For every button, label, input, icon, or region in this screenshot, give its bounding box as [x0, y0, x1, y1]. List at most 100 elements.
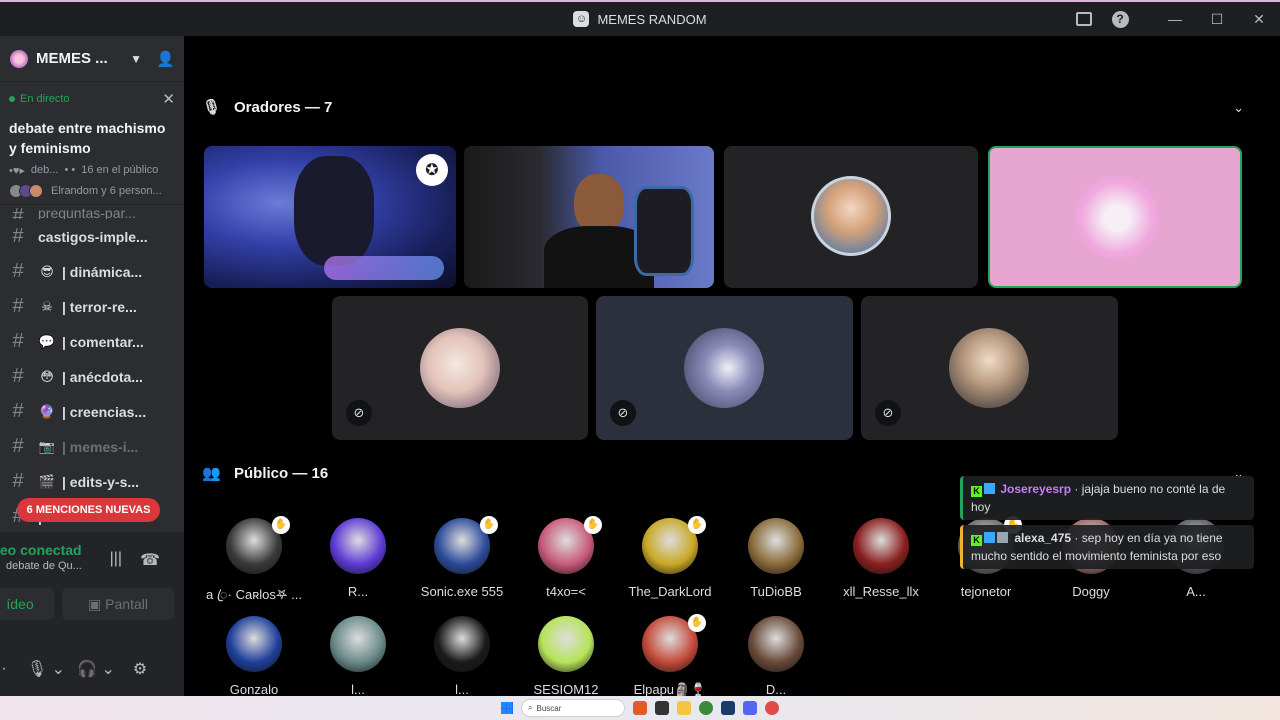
speaker-tile[interactable] — [464, 146, 714, 288]
speakers-header-label: Oradores — 7 — [234, 98, 333, 116]
audience-name: D... — [765, 682, 787, 697]
audience-member[interactable]: SESIOM12 — [514, 616, 618, 697]
noise-suppression-icon[interactable]: ||| — [110, 550, 122, 570]
stage-meta: •♥▸ deb... • • 16 en el público — [9, 164, 175, 177]
dot-icon: · — [1, 660, 7, 677]
raised-hand-icon: ✋ — [688, 516, 706, 534]
speaker-tile-speaking[interactable] — [988, 146, 1242, 288]
audience-member[interactable]: ✋ Sonic.exe 555 — [410, 516, 514, 599]
audience-member[interactable]: ✋ Elpapu🗿🍷 — [618, 614, 722, 698]
speaker-tile[interactable]: ⊘ — [861, 296, 1118, 440]
channel-emoji-icon: 🔮 — [38, 403, 56, 419]
minimize-button[interactable]: — — [1154, 2, 1196, 36]
gear-icon[interactable]: ⚙ — [128, 659, 152, 679]
hash-icon: # — [12, 435, 24, 457]
inbox-button[interactable] — [1066, 2, 1102, 36]
audience-member[interactable]: Gonzalo — [202, 616, 306, 697]
channel-item[interactable]: # 💬 | comentar... — [8, 324, 184, 359]
channel-item[interactable]: # ☠ | terror-re... — [8, 289, 184, 324]
channel-label: | memes-i... — [62, 438, 139, 455]
speaker-avatar — [420, 328, 500, 408]
audience-member[interactable]: ✋ t4xo=< — [514, 516, 618, 599]
audience-member[interactable]: l... — [410, 616, 514, 697]
hash-icon: # — [12, 400, 24, 422]
dot-separator: • • — [64, 164, 76, 176]
add-user-icon[interactable]: 👤 — [156, 50, 175, 68]
channel-item[interactable]: # castigos-imple... — [8, 219, 184, 254]
person-silhouette — [294, 156, 374, 266]
live-stage-card[interactable]: En directo ✕ debate entre machismo y fem… — [0, 82, 184, 205]
raised-hand-icon: ✋ — [272, 516, 290, 534]
channel-item[interactable]: # 😎 | dinámica... — [8, 254, 184, 289]
audience-name: xll_Resse_llx — [843, 584, 919, 599]
title-bar: ☺ MEMES RANDOM ? — ☐ ✕ — [0, 0, 1280, 36]
avatar: ✋ — [538, 516, 602, 574]
chat-separator: · — [1074, 531, 1082, 545]
audience-member[interactable]: l... — [306, 616, 410, 697]
person-face — [574, 174, 624, 234]
hash-icon: # — [12, 295, 24, 317]
channel-item[interactable]: # preguntas-par... — [8, 205, 184, 219]
people-icon: 👥 — [202, 465, 221, 482]
app-icon[interactable] — [765, 701, 779, 715]
avatar — [330, 616, 386, 672]
help-button[interactable]: ? — [1102, 2, 1138, 36]
new-mentions-badge[interactable]: 6 MENCIONES NUEVAS — [17, 498, 160, 522]
channel-item[interactable]: # 🎬 | edits-y-s... — [8, 464, 184, 499]
chrome-icon[interactable] — [699, 701, 713, 715]
channel-label: | comentar... — [62, 333, 144, 350]
speaker-avatar — [1075, 176, 1159, 260]
file-explorer-icon[interactable] — [677, 701, 691, 715]
microphone-icon[interactable]: 🎙 ⌄ — [26, 659, 66, 679]
speaker-tile[interactable] — [724, 146, 978, 288]
channel-item[interactable]: # 📷 | memes-i... — [8, 429, 184, 464]
speaker-tile[interactable]: ⊘ — [332, 296, 588, 440]
stage-view: 🎙 Oradores — 7 ⌄ ✪ ⊘ ⊘ ⊘ 👥 Público — 16 … — [184, 36, 1280, 698]
audience-member[interactable]: ✋ The_DarkLord — [618, 516, 722, 599]
chevron-down-icon[interactable]: ⌄ — [1233, 100, 1244, 116]
avatar: ✋ — [434, 516, 498, 574]
taskbar-search[interactable]: ⌕ Buscar — [521, 699, 625, 717]
chat-separator: · — [1074, 482, 1082, 496]
audience-member[interactable]: TuDioBB — [724, 518, 828, 599]
audience-member[interactable]: R... — [306, 518, 410, 599]
heart-icon: •♥▸ — [9, 165, 25, 177]
channel-label: | edits-y-s... — [62, 473, 140, 490]
raised-hand-icon: ✋ — [688, 614, 706, 632]
voice-channel[interactable]: debate de Qu... — [6, 560, 82, 572]
maximize-button[interactable]: ☐ — [1196, 2, 1238, 36]
voice-status[interactable]: leo conectad — [0, 542, 82, 558]
discord-logo-icon: ☺ — [573, 11, 590, 27]
chevron-down-icon[interactable]: ▼ — [130, 52, 142, 66]
close-icon[interactable]: ✕ — [162, 90, 175, 108]
audience-name: tejonetor — [960, 584, 1012, 599]
speaker-tile[interactable]: ⊘ — [596, 296, 853, 440]
widget-icon[interactable] — [633, 701, 647, 715]
audience-member[interactable]: ✋ a ꦿ· Caʀlos𖤐 ... — [202, 516, 306, 611]
avatar: ✋ — [642, 614, 706, 672]
channel-label: | dinámica... — [62, 263, 143, 280]
voice-panel: leo conectad debate de Qu... ||| ☎ ídeo … — [0, 532, 184, 696]
audience-member[interactable]: xll_Resse_llx — [829, 518, 933, 599]
window-title: ☺ MEMES RANDOM — [573, 11, 707, 27]
disconnect-icon[interactable]: ☎ — [140, 550, 160, 570]
server-header[interactable]: MEMES ... ▼ 👤 — [0, 36, 184, 82]
avatar — [226, 616, 282, 672]
task-view-icon[interactable] — [655, 701, 669, 715]
speaker-tile[interactable]: ✪ — [204, 146, 456, 288]
user-bar: · 🎙 ⌄ 🎧 ⌄ ⚙ — [0, 642, 184, 696]
channel-label: castigos-imple... — [38, 228, 148, 245]
channel-item[interactable]: # 🔮 | creencias... — [8, 394, 184, 429]
headphones-icon[interactable]: 🎧 ⌄ — [76, 659, 116, 679]
audience-member[interactable]: D... — [724, 616, 828, 697]
discord-icon[interactable] — [743, 701, 757, 715]
channel-label: | terror-re... — [62, 298, 137, 315]
close-button[interactable]: ✕ — [1238, 2, 1280, 36]
windows-start-icon[interactable] — [501, 702, 513, 714]
video-button[interactable]: ídeo — [0, 588, 54, 620]
avatar — [538, 616, 594, 672]
screen-share-button[interactable]: ▣ Pantall — [62, 588, 174, 620]
chat-overlay-message: K Josereyesrp · jajaja bueno no conté la… — [960, 476, 1254, 520]
channel-item[interactable]: # 😳 | anécdota... — [8, 359, 184, 394]
photoshop-icon[interactable] — [721, 701, 735, 715]
